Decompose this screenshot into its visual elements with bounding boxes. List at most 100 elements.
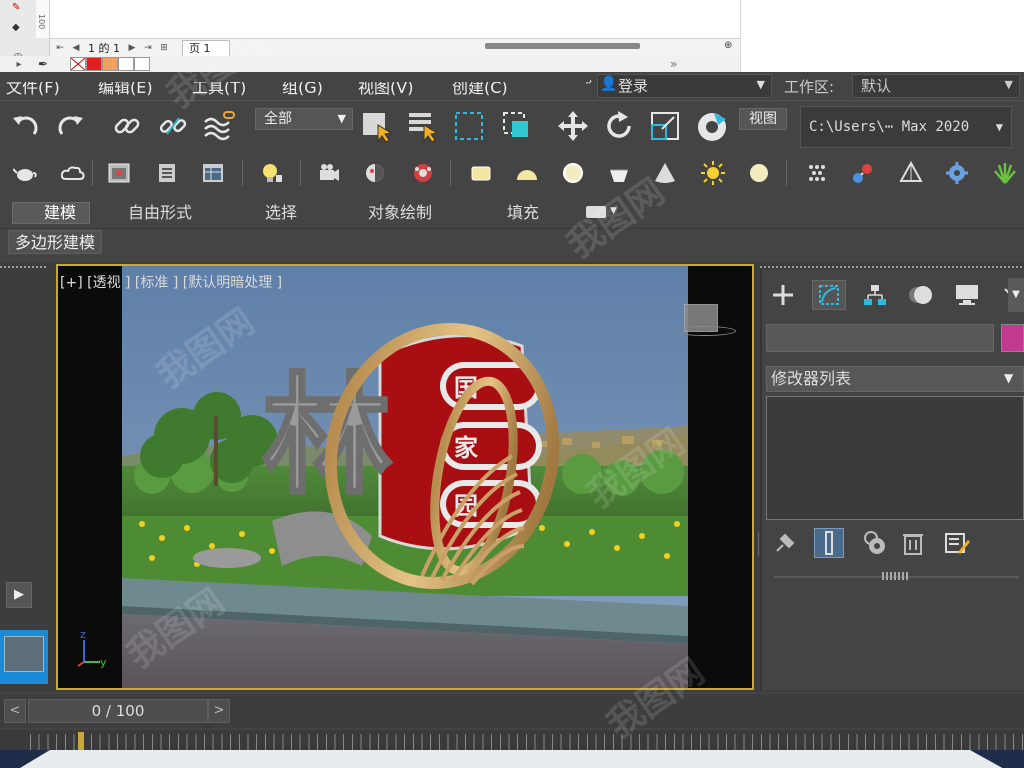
last-page-icon[interactable]: ⇥ xyxy=(142,42,154,54)
rendered-frame-icon[interactable] xyxy=(154,160,180,186)
reference-coordinate-dropdown[interactable]: 视图 xyxy=(739,108,787,130)
chevron-down-icon[interactable]: ▼ xyxy=(610,206,617,216)
next-page-icon[interactable]: ▶ xyxy=(126,42,138,54)
insert-page-icon[interactable]: ⊞ xyxy=(158,42,170,54)
chevron-down-icon[interactable]: ▼ xyxy=(1004,371,1013,385)
workspace-dropdown[interactable]: 默认 ▼ xyxy=(852,74,1020,98)
dynamics-icon[interactable] xyxy=(850,160,876,186)
tab-selection[interactable]: 选择 xyxy=(265,202,297,224)
viewport-scene[interactable]: 国 家 园 林 xyxy=(122,266,688,688)
no-fill-swatch[interactable] xyxy=(70,57,86,71)
red-swatch[interactable] xyxy=(86,57,102,71)
time-next-button[interactable]: > xyxy=(208,699,230,723)
render-setup-icon[interactable] xyxy=(106,160,132,186)
bone-icon[interactable] xyxy=(898,160,924,186)
snaps-toggle-icon[interactable] xyxy=(696,109,730,143)
orange-swatch[interactable] xyxy=(102,57,118,71)
modifier-stack[interactable] xyxy=(766,396,1024,520)
particles-icon[interactable] xyxy=(804,160,830,186)
rectangular-selection-icon[interactable] xyxy=(452,109,486,143)
eraser-icon[interactable]: ◆ xyxy=(12,22,20,33)
modifier-list-dropdown[interactable]: 修改器列表 xyxy=(766,366,1024,392)
ribbon-options-icon[interactable] xyxy=(586,206,606,218)
tab-populate[interactable]: 填充 xyxy=(507,202,539,224)
editor-canvas[interactable] xyxy=(50,0,740,38)
environment-effects-icon[interactable] xyxy=(410,160,436,186)
more-swatches-icon[interactable]: » xyxy=(670,57,677,71)
motion-tab-icon[interactable] xyxy=(904,280,938,310)
tab-object-paint[interactable]: 对象绘制 xyxy=(368,202,432,224)
viewport-layout-thumb[interactable] xyxy=(0,630,48,684)
svg-text:z: z xyxy=(80,628,86,641)
foliage-icon[interactable] xyxy=(992,160,1018,186)
eyedropper-icon[interactable]: ✒ xyxy=(38,57,70,71)
display-tab-icon[interactable] xyxy=(950,280,984,310)
pencil-icon[interactable]: ✎ xyxy=(12,2,20,13)
object-color-swatch[interactable] xyxy=(1001,324,1024,352)
toolbar-separator xyxy=(450,160,451,186)
undo-icon[interactable] xyxy=(8,109,42,143)
project-path-dropdown[interactable]: C:\Users\⋯ Max 2020 ▼ xyxy=(800,106,1012,148)
bottom-background-strip xyxy=(0,750,1024,768)
tab-modeling[interactable]: 建模 xyxy=(44,202,76,224)
create-tab-icon[interactable] xyxy=(766,280,800,310)
toolbar-separator xyxy=(242,160,243,186)
expand-panel-button[interactable]: ▶ xyxy=(6,582,32,608)
plane-icon[interactable] xyxy=(468,160,494,186)
panel-menu-icon[interactable]: ▼ xyxy=(1008,278,1024,312)
white-swatch-2[interactable] xyxy=(134,57,150,71)
horizontal-scrollbar[interactable] xyxy=(485,43,640,49)
prev-page-icon[interactable]: ◀ xyxy=(70,42,82,54)
polygon-modeling-panel-label[interactable]: 多边形建模 xyxy=(8,230,103,254)
geosphere-icon[interactable] xyxy=(606,160,632,186)
white-swatch[interactable] xyxy=(118,57,134,71)
teapot-icon[interactable] xyxy=(12,160,38,186)
cloud-icon[interactable] xyxy=(60,160,86,186)
make-unique-icon[interactable] xyxy=(860,528,890,558)
tab-freeform[interactable]: 自由形式 xyxy=(128,202,192,224)
gear-icon[interactable] xyxy=(944,160,970,186)
material-editor-icon[interactable] xyxy=(362,160,388,186)
show-end-result-icon[interactable] xyxy=(814,528,844,558)
cone-icon[interactable] xyxy=(652,160,678,186)
time-prev-button[interactable]: < xyxy=(4,699,26,723)
unlink-icon[interactable] xyxy=(156,109,190,143)
object-name-field[interactable] xyxy=(766,324,994,352)
pin-stack-icon[interactable] xyxy=(770,528,800,558)
sphere-icon[interactable] xyxy=(560,160,586,186)
select-object-icon[interactable] xyxy=(360,109,394,143)
viewport-label[interactable]: [+] [透视 ] [标准 ] [默认明暗处理 ] xyxy=(60,272,282,292)
camera-icon[interactable] xyxy=(316,160,342,186)
editor-side-panel xyxy=(740,0,1024,72)
rotate-icon[interactable] xyxy=(602,109,636,143)
current-frame-marker[interactable] xyxy=(78,732,84,750)
hierarchy-tab-icon[interactable] xyxy=(858,280,892,310)
modify-tab-icon[interactable] xyxy=(812,280,846,310)
first-page-icon[interactable]: ⇤ xyxy=(54,42,66,54)
scale-icon[interactable] xyxy=(648,109,682,143)
expand-icon[interactable]: ▸ xyxy=(0,59,38,70)
vertical-ruler: 100 xyxy=(36,0,50,38)
trash-icon[interactable] xyxy=(898,528,928,558)
login-dropdown[interactable]: 👤 登录 ▼ xyxy=(597,74,772,98)
window-crossing-icon[interactable] xyxy=(500,109,534,143)
link-icon[interactable] xyxy=(110,109,144,143)
page-tab[interactable]: 页 1 xyxy=(182,39,230,56)
redo-icon[interactable] xyxy=(54,109,88,143)
viewcube-compass[interactable] xyxy=(674,326,736,336)
select-by-name-icon[interactable] xyxy=(406,109,440,143)
zoom-icon[interactable]: ⊕ xyxy=(724,40,732,51)
sun-icon[interactable] xyxy=(700,160,726,186)
bind-space-warp-icon[interactable] xyxy=(202,109,236,143)
time-slider[interactable]: 0 / 100 xyxy=(28,699,208,723)
rollout-grip[interactable] xyxy=(882,572,910,580)
workspace-label: 工作区: xyxy=(784,78,835,96)
light-bulb-icon[interactable] xyxy=(258,160,284,186)
selection-filter-dropdown[interactable]: 全部 ▼ xyxy=(255,108,353,130)
move-icon[interactable] xyxy=(556,109,590,143)
command-panel-tabs: ▼ xyxy=(762,278,1024,312)
hemisphere-icon[interactable] xyxy=(514,160,540,186)
render-frame-window-icon[interactable] xyxy=(200,160,226,186)
configure-modifier-sets-icon[interactable] xyxy=(942,528,972,558)
skylight-icon[interactable] xyxy=(746,160,772,186)
